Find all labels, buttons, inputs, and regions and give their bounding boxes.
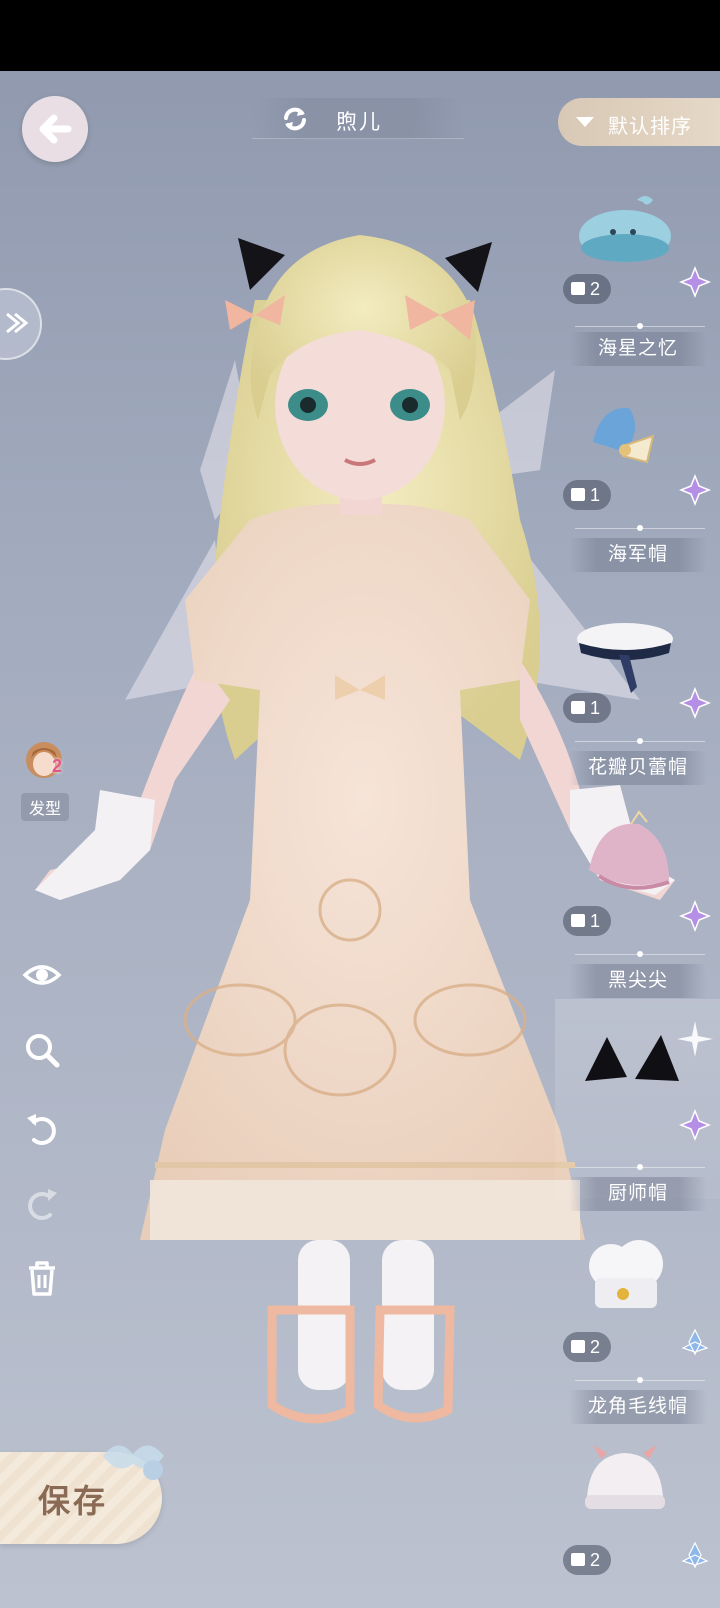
list-item-selected[interactable]: 厨师帽: [555, 999, 720, 1211]
item-name: 黑尖尖: [569, 964, 707, 998]
sort-dropdown[interactable]: 默认排序: [558, 98, 720, 146]
item-name: 花瓣贝蕾帽: [569, 751, 707, 785]
save-decoration-icon: [103, 1445, 164, 1480]
item-name: 海军帽: [569, 538, 707, 572]
rarity-blue-icon: [681, 1541, 709, 1569]
dress-hem-lace: [150, 1180, 580, 1240]
whale-hat-icon: [579, 196, 671, 262]
owned-count: 2: [563, 274, 611, 304]
rarity-purple-icon: [679, 900, 711, 932]
list-item[interactable]: 2: [555, 1425, 720, 1608]
back-button[interactable]: [22, 96, 88, 162]
hair-style-label: 发型: [20, 793, 69, 821]
sailor-hat-icon: [577, 623, 673, 693]
redo-icon[interactable]: [22, 1183, 62, 1223]
owned-count: 1: [563, 906, 611, 936]
item-name: 厨师帽: [569, 1177, 707, 1211]
cat-ears-icon: [585, 1035, 679, 1081]
triangle-down-icon: [576, 117, 594, 127]
rarity-purple-icon: [679, 687, 711, 719]
list-item[interactable]: 2 海星之忆: [555, 146, 720, 366]
undo-icon[interactable]: [22, 1108, 62, 1148]
status-bar: [0, 0, 720, 71]
list-item[interactable]: 1 海军帽: [555, 360, 720, 572]
owned-count: 1: [563, 480, 611, 510]
dress: [140, 504, 585, 1240]
zoom-icon[interactable]: [22, 1030, 62, 1070]
list-item[interactable]: 2 龙角毛线帽: [555, 1212, 720, 1424]
sparkle-icon: [677, 1021, 713, 1057]
trash-icon[interactable]: [22, 1258, 62, 1298]
save-button[interactable]: 保存: [0, 1445, 164, 1544]
chef-hat-icon: [589, 1240, 663, 1308]
item-list[interactable]: 2 海星之忆 1 海军帽 1 花瓣贝蕾帽 1 黑尖尖 厨师帽 2 龙角毛线帽 2: [555, 146, 720, 1608]
character-name: 煦儿: [336, 111, 382, 134]
list-item[interactable]: 1 黑尖尖: [555, 786, 720, 998]
item-name: 龙角毛线帽: [569, 1390, 707, 1424]
sort-label: 默认排序: [608, 116, 692, 138]
owned-count: 2: [563, 1545, 611, 1575]
right-leg: [382, 1240, 434, 1390]
dragon-horn-beanie-icon: [585, 1445, 665, 1509]
arrow-left-icon: [39, 114, 72, 144]
chevron-right-icon: [6, 312, 29, 334]
owned-count: 2: [563, 1332, 611, 1362]
left-leg: [298, 1240, 350, 1390]
hair-style-button[interactable]: 2 发型: [12, 738, 78, 821]
shell-hairpin-icon: [593, 407, 655, 464]
rarity-blue-icon: [681, 1328, 709, 1356]
rarity-purple-icon: [679, 1109, 711, 1141]
character-name-bar[interactable]: 煦儿: [252, 98, 464, 139]
list-item[interactable]: 1 花瓣贝蕾帽: [555, 573, 720, 785]
hair-count-badge: 2: [52, 756, 63, 776]
owned-count: 1: [563, 693, 611, 723]
rarity-purple-icon: [679, 474, 711, 506]
rarity-purple-icon: [679, 266, 711, 298]
petal-beret-icon: [589, 810, 670, 890]
switch-icon[interactable]: [280, 104, 310, 134]
eye-icon[interactable]: [22, 955, 62, 995]
